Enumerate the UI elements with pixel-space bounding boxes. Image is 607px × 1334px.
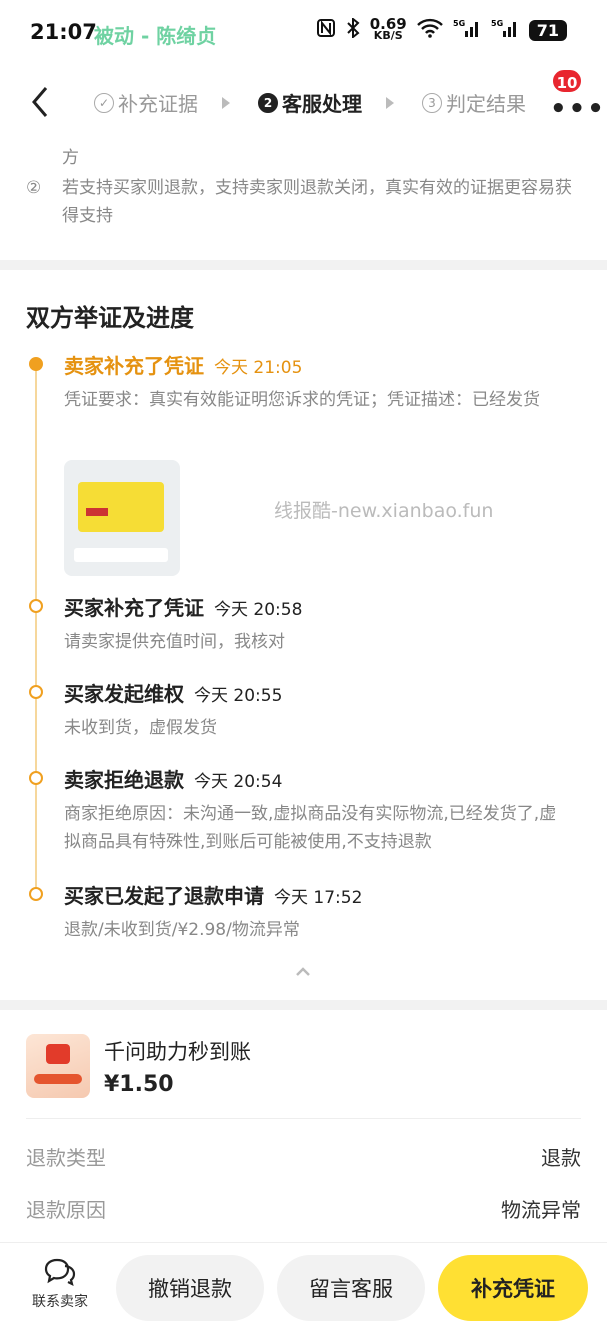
product-card: 千问助力秒到账 ¥1.50 退款类型 退款 退款原因 物流异常 xyxy=(0,1010,607,1242)
svg-text:5G: 5G xyxy=(453,19,465,28)
notification-badge: 10 xyxy=(551,68,583,94)
battery-indicator: 71 xyxy=(528,19,567,41)
evidence-thumbnail[interactable] xyxy=(64,460,180,576)
tips-panel: 方 ② 若支持买家则退款，支持卖家则退款关闭，真实有效的证据更容易获得支持 xyxy=(0,120,607,260)
timeline-line xyxy=(35,365,37,895)
timeline-dot xyxy=(29,771,43,785)
tip-text-2: 若支持买家则退款，支持卖家则退款关闭，真实有效的证据更容易获得支持 xyxy=(62,178,572,226)
event-desc: 未收到货，虚假发货 xyxy=(64,718,217,738)
signal-icon: 5G xyxy=(453,18,481,42)
product-price: ¥1.50 xyxy=(104,1072,174,1097)
svg-text:5G: 5G xyxy=(491,19,503,28)
step-verdict[interactable]: 3 判定结果 xyxy=(422,88,526,117)
timeline-dot xyxy=(29,357,43,371)
nfc-icon xyxy=(316,18,336,42)
step-supplement-evidence[interactable]: ✓ 补充证据 xyxy=(94,88,198,117)
product-name[interactable]: 千问助力秒到账 xyxy=(104,1036,251,1066)
timeline-dot xyxy=(29,685,43,699)
timeline-dot xyxy=(29,887,43,901)
contact-seller-label: 联系卖家 xyxy=(32,1294,88,1310)
event-desc: 凭证要求：真实有效能证明您诉求的凭证；凭证描述：已经发货 xyxy=(64,390,540,410)
step-arrow-icon xyxy=(222,96,230,109)
message-service-button[interactable]: 留言客服 xyxy=(277,1255,425,1321)
product-image[interactable] xyxy=(26,1034,90,1098)
section-title: 双方举证及进度 xyxy=(26,304,194,332)
refund-type-row: 退款类型 退款 xyxy=(26,1142,581,1171)
tip-item-2: ② 若支持买家则退款，支持卖家则退款关闭，真实有效的证据更容易获得支持 xyxy=(26,174,582,230)
step-number: 2 xyxy=(258,92,278,113)
event-desc: 商家拒绝原因：未沟通一致,虚拟商品没有实际物流,已经发货了,虚拟商品具有特殊性,… xyxy=(64,804,557,852)
cancel-refund-button[interactable]: 撤销退款 xyxy=(116,1255,264,1321)
timeline-dot xyxy=(29,599,43,613)
event-title: 卖家补充了凭证 今天 21:05 xyxy=(64,354,303,378)
tip-text-1: 方 xyxy=(62,148,79,168)
event-desc: 请卖家提供充值时间，我核对 xyxy=(64,632,285,652)
step-label: 判定结果 xyxy=(446,92,526,116)
bottom-action-bar: 联系卖家 撤销退款 留言客服 补充凭证 xyxy=(0,1242,607,1334)
back-arrow-icon xyxy=(32,87,48,117)
contact-seller-button[interactable]: 联系卖家 xyxy=(22,1257,98,1311)
bluetooth-icon xyxy=(346,16,360,42)
status-bar: 21:07 被动 - 陈绮贞 0.69 KB/S 5G 5G 71 xyxy=(0,0,607,64)
refund-reason-label: 退款原因 xyxy=(26,1198,106,1222)
refund-type-value: 退款 xyxy=(541,1146,581,1170)
network-speed: 0.69 KB/S xyxy=(369,15,407,42)
event-time: 今天 20:58 xyxy=(214,600,303,620)
step-label: 补充证据 xyxy=(118,92,198,116)
event-title: 买家补充了凭证 今天 20:58 xyxy=(64,596,303,620)
divider xyxy=(26,1118,581,1119)
event-desc: 退款/未收到货/¥2.98/物流异常 xyxy=(64,920,300,940)
step-label: 客服处理 xyxy=(282,92,362,116)
collapse-chevron-icon[interactable] xyxy=(293,962,313,982)
tip-index-2: ② xyxy=(26,178,42,198)
event-title: 买家发起维权 今天 20:55 xyxy=(64,682,283,706)
status-time: 21:07 xyxy=(30,20,97,44)
refund-reason-value: 物流异常 xyxy=(501,1198,581,1222)
chat-bubble-icon xyxy=(44,1258,76,1287)
event-time: 今天 17:52 xyxy=(274,888,363,908)
back-button[interactable] xyxy=(22,82,62,122)
step-number: 3 xyxy=(422,92,442,113)
check-icon: ✓ xyxy=(94,92,114,113)
progress-steps: ✓ 补充证据 2 客服处理 3 判定结果 xyxy=(94,88,526,117)
more-menu-button[interactable]: ••• xyxy=(550,94,606,124)
wifi-icon xyxy=(416,18,443,42)
event-time: 今天 20:55 xyxy=(194,686,283,706)
event-time: 今天 21:05 xyxy=(214,358,303,378)
nav-bar: ✓ 补充证据 2 客服处理 3 判定结果 ••• 10 xyxy=(0,64,607,140)
status-tag: 被动 - 陈绮贞 xyxy=(94,24,217,48)
signal-icon-2: 5G xyxy=(491,18,519,42)
step-service-handling[interactable]: 2 客服处理 xyxy=(258,88,362,117)
refund-type-label: 退款类型 xyxy=(26,1146,106,1170)
refund-reason-row: 退款原因 物流异常 xyxy=(26,1194,581,1223)
step-arrow-icon xyxy=(386,96,394,109)
event-title: 卖家拒绝退款 今天 20:54 xyxy=(64,768,283,792)
watermark: 线报酷-new.xianbao.fun xyxy=(274,500,494,522)
progress-section: 双方举证及进度 卖家补充了凭证 今天 21:05 凭证要求：真实有效能证明您诉求的… xyxy=(0,270,607,1000)
status-icons: 0.69 KB/S 5G 5G 71 xyxy=(316,15,567,42)
supplement-evidence-button[interactable]: 补充凭证 xyxy=(438,1255,588,1321)
event-title: 买家已发起了退款申请 今天 17:52 xyxy=(64,884,363,908)
event-time: 今天 20:54 xyxy=(194,772,283,792)
